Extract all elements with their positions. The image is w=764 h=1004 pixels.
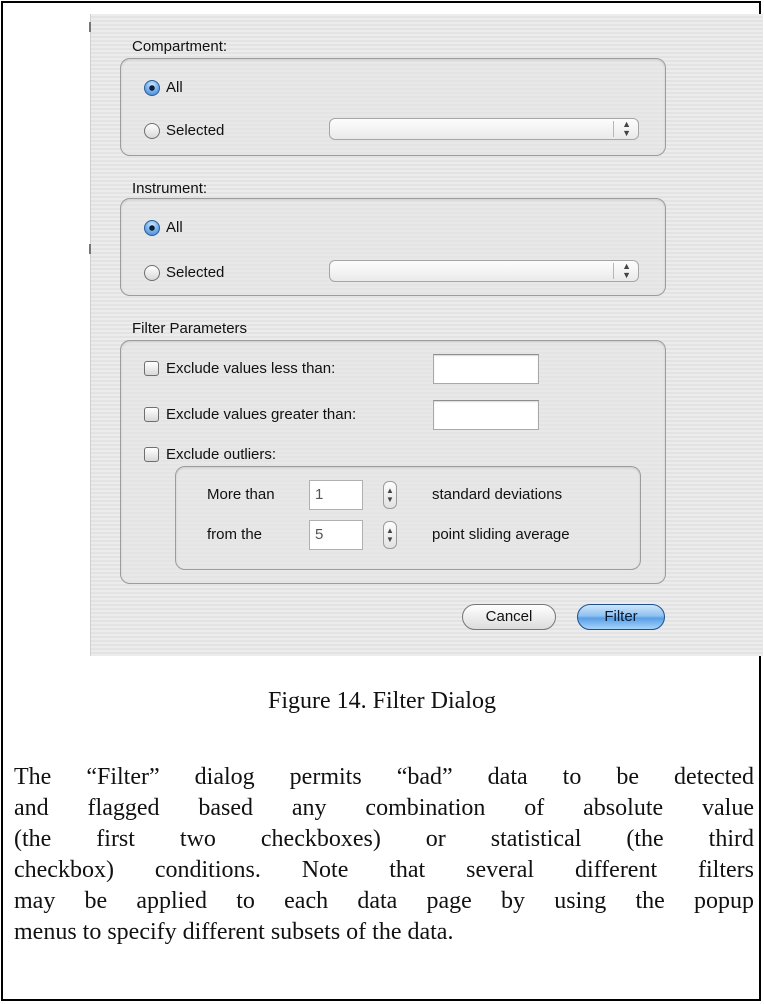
instrument-group-title: Instrument: <box>132 180 208 197</box>
sliding-average-field[interactable]: 5 <box>309 520 363 550</box>
exclude-less-input[interactable] <box>433 354 539 384</box>
exclude-greater-label: Exclude values greater than: <box>166 406 357 423</box>
popup-separator <box>613 121 614 137</box>
body-line: and flagged based any combination of abs… <box>14 795 754 821</box>
body-line: (the first two checkboxes) or statistica… <box>14 826 754 852</box>
chevron-up-down-icon: ▲ ▼ <box>622 261 631 280</box>
body-paragraph: The “Filter” dialog permits “bad” data t… <box>14 762 754 948</box>
exclude-less-checkbox[interactable] <box>144 361 159 376</box>
sliding-average-label: point sliding average <box>432 526 570 543</box>
window-edge-mark <box>89 22 91 32</box>
compartment-all-label: All <box>166 79 183 96</box>
cancel-button[interactable]: Cancel <box>462 604 556 630</box>
exclude-less-label: Exclude values less than: <box>166 360 336 377</box>
body-line: may be applied to each data page by usin… <box>14 888 754 914</box>
std-deviations-label: standard deviations <box>432 486 563 503</box>
compartment-group <box>120 58 666 156</box>
filter-button[interactable]: Filter <box>577 604 665 630</box>
body-line: The “Filter” dialog permits “bad” data t… <box>14 764 754 790</box>
instrument-all-label: All <box>166 219 183 236</box>
from-the-label: from the <box>207 526 263 543</box>
figure-caption: Figure 14. Filter Dialog <box>268 688 496 714</box>
popup-separator <box>613 263 614 279</box>
exclude-greater-checkbox[interactable] <box>144 407 159 422</box>
sliding-average-stepper[interactable]: ▲ ▼ <box>383 521 397 549</box>
instrument-selected-label: Selected <box>166 264 225 281</box>
chevron-up-down-icon: ▲ ▼ <box>622 119 631 138</box>
compartment-selected-radio[interactable] <box>144 123 160 139</box>
exclude-outliers-checkbox[interactable] <box>144 447 159 462</box>
instrument-popup[interactable]: ▲ ▼ <box>329 260 639 282</box>
exclude-outliers-label: Exclude outliers: <box>166 446 277 463</box>
compartment-all-radio[interactable] <box>144 80 160 96</box>
outliers-subgroup <box>175 466 641 570</box>
std-deviations-stepper[interactable]: ▲ ▼ <box>383 481 397 509</box>
std-deviations-field[interactable]: 1 <box>309 480 363 510</box>
filter-parameters-title: Filter Parameters <box>132 320 248 337</box>
compartment-group-title: Compartment: <box>132 38 228 55</box>
body-line: menus to specify different subsets of th… <box>14 919 454 945</box>
body-line: checkbox) conditions. Note that several … <box>14 857 754 883</box>
compartment-popup[interactable]: ▲ ▼ <box>329 118 639 140</box>
instrument-all-radio[interactable] <box>144 220 160 236</box>
exclude-greater-input[interactable] <box>433 400 539 430</box>
window-edge-mark <box>89 244 91 254</box>
compartment-selected-label: Selected <box>166 122 225 139</box>
instrument-selected-radio[interactable] <box>144 265 160 281</box>
filter-dialog: Compartment: All Selected ▲ ▼ Instrument:… <box>89 14 763 656</box>
more-than-label: More than <box>207 486 275 503</box>
